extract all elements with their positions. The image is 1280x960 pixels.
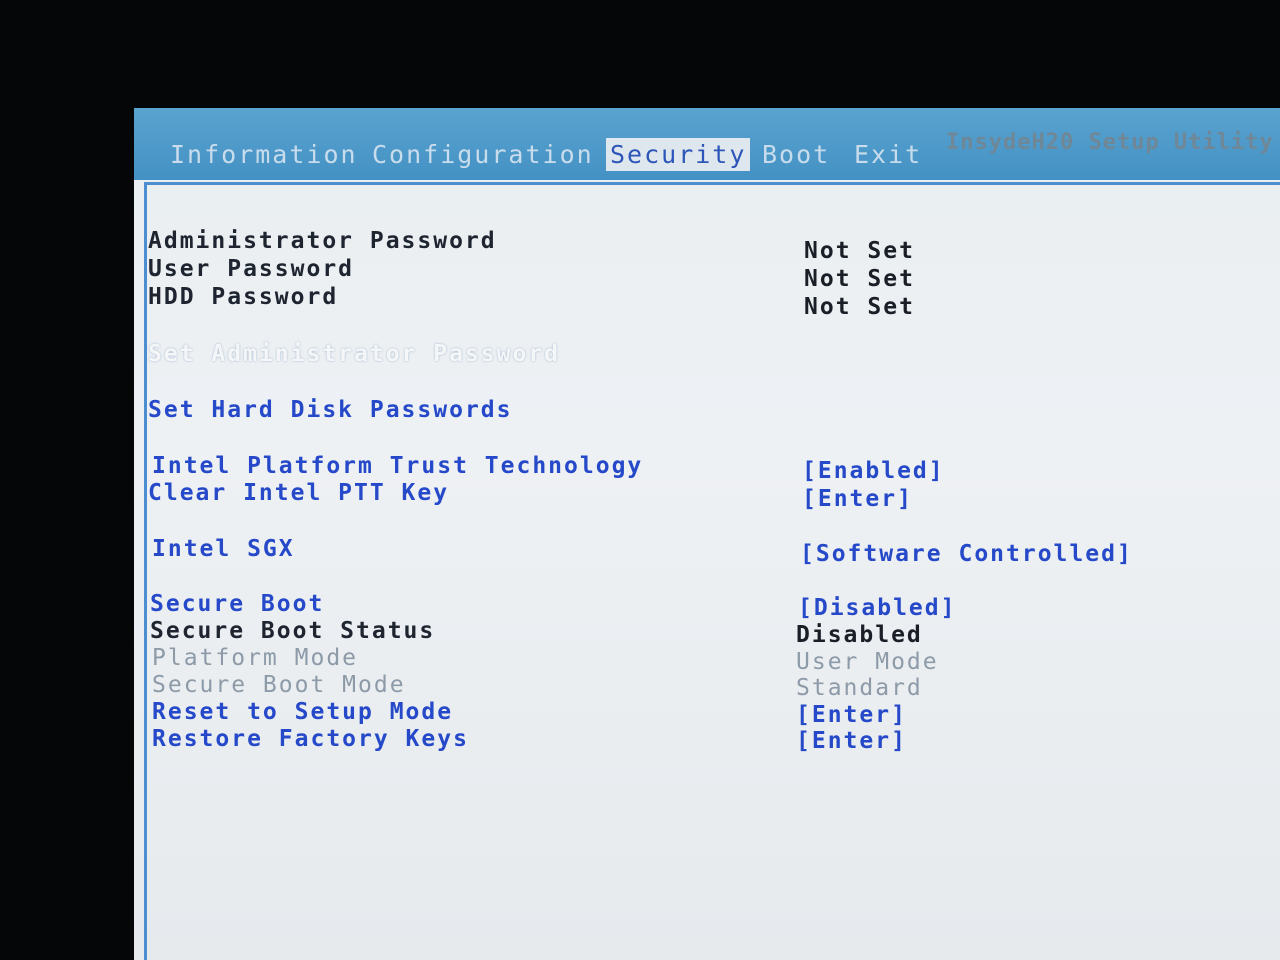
secure-boot-mode-label: Secure Boot Mode xyxy=(152,672,406,698)
secure-boot-status-value: Disabled xyxy=(796,622,923,648)
tab-security[interactable]: Security xyxy=(606,138,751,171)
menu-bar: Information Configuration Security Boot … xyxy=(134,108,1280,180)
user-password-value: Not Set xyxy=(804,266,915,292)
platform-mode-label: Platform Mode xyxy=(152,645,359,671)
tab-configuration[interactable]: Configuration xyxy=(368,138,598,171)
reset-setup-mode-item[interactable]: Reset to Setup Mode xyxy=(152,699,453,725)
intel-sgx-value[interactable]: [Software Controlled] xyxy=(800,541,1133,567)
product-title: InsydeH20 Setup Utility xyxy=(946,130,1274,155)
secure-boot-status-label: Secure Boot Status xyxy=(150,618,436,644)
restore-factory-keys-value[interactable]: [Enter] xyxy=(796,728,907,754)
set-admin-password-item[interactable]: Set Administrator Password xyxy=(148,341,560,367)
tab-boot[interactable]: Boot xyxy=(758,138,834,171)
secure-boot-item[interactable]: Secure Boot xyxy=(150,591,324,617)
admin-password-value: Not Set xyxy=(804,238,915,264)
restore-factory-keys-item[interactable]: Restore Factory Keys xyxy=(152,726,469,752)
reset-setup-mode-value[interactable]: [Enter] xyxy=(796,702,907,728)
intel-sgx-item[interactable]: Intel SGX xyxy=(152,536,295,562)
bios-screen: Information Configuration Security Boot … xyxy=(134,108,1280,960)
secure-boot-mode-value: Standard xyxy=(796,675,923,701)
platform-mode-value: User Mode xyxy=(796,649,939,675)
intel-ptt-item[interactable]: Intel Platform Trust Technology xyxy=(152,453,643,479)
tab-exit[interactable]: Exit xyxy=(850,138,926,171)
clear-ptt-key-item[interactable]: Clear Intel PTT Key xyxy=(148,480,449,506)
intel-ptt-value[interactable]: [Enabled] xyxy=(802,458,945,484)
admin-password-label: Administrator Password xyxy=(148,228,497,254)
user-password-label: User Password xyxy=(148,256,355,282)
hdd-password-value: Not Set xyxy=(804,294,915,320)
tab-information[interactable]: Information xyxy=(166,138,362,171)
clear-ptt-key-value[interactable]: [Enter] xyxy=(802,486,913,512)
set-hdd-passwords-item[interactable]: Set Hard Disk Passwords xyxy=(148,397,513,423)
hdd-password-label: HDD Password xyxy=(148,284,339,310)
secure-boot-value[interactable]: [Disabled] xyxy=(798,595,956,621)
